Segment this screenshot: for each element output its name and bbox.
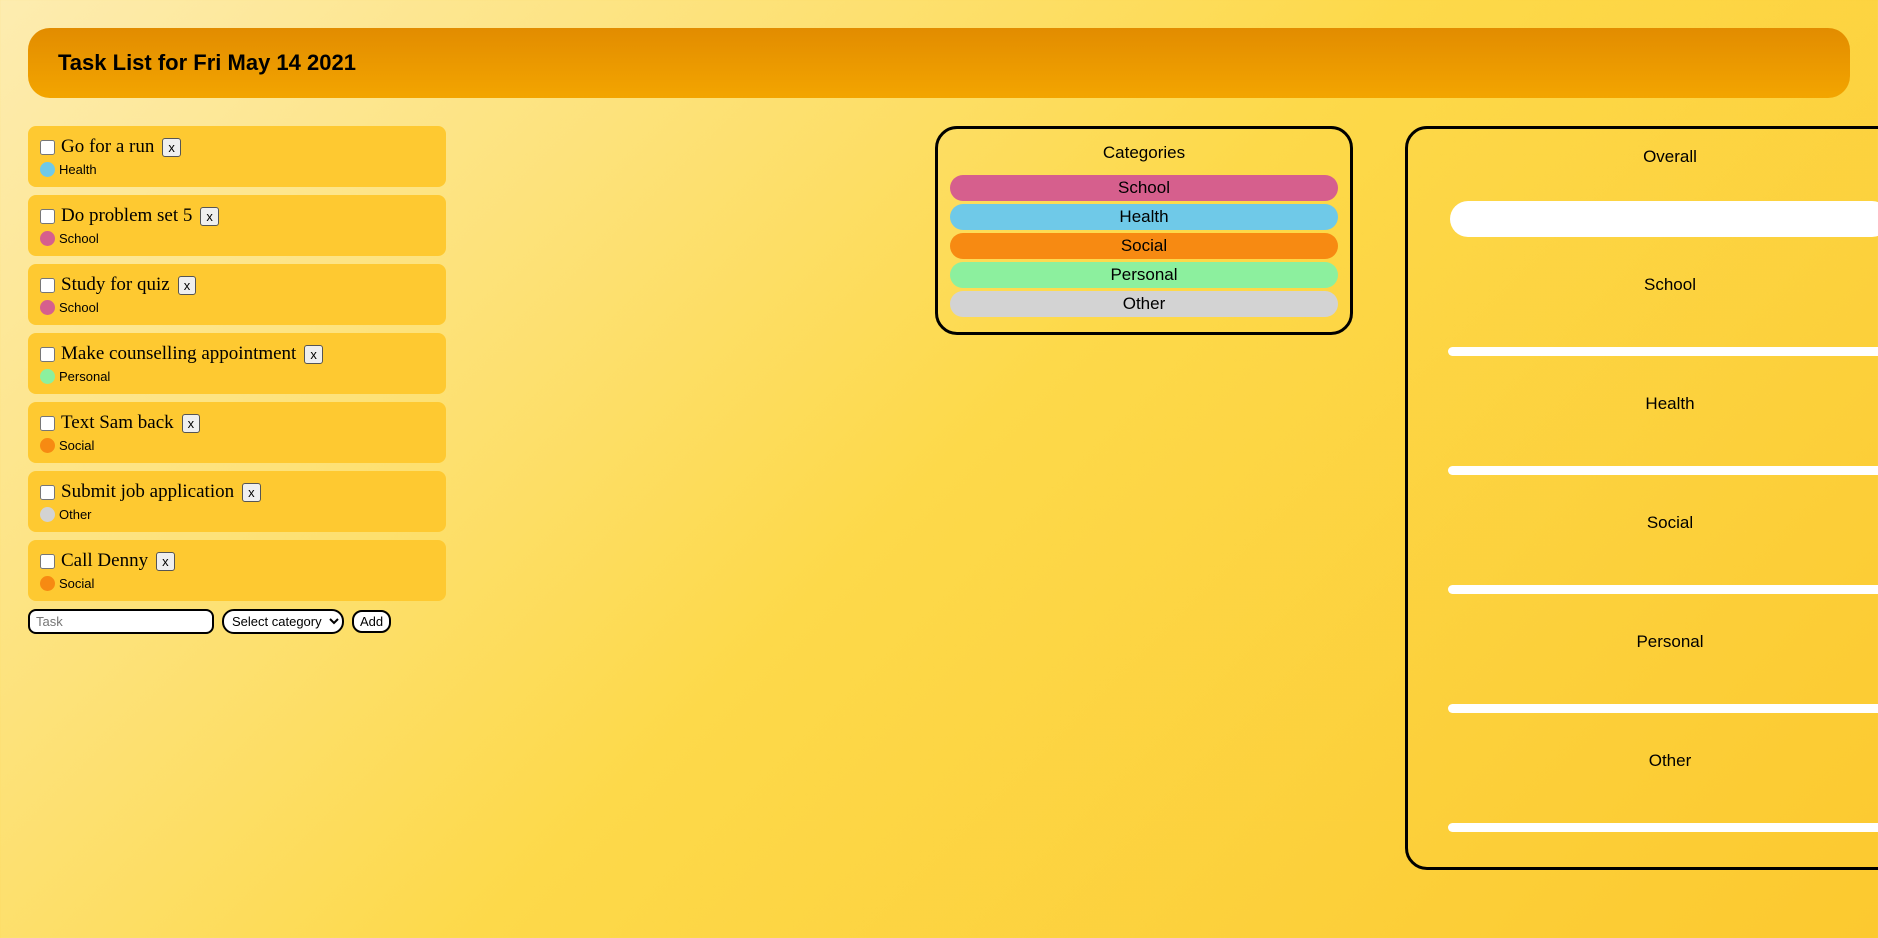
category-dot-icon: [40, 576, 55, 591]
progress-section: Personal: [1448, 632, 1878, 713]
task-label: Study for quiz: [61, 274, 170, 296]
task-checkbox[interactable]: [40, 209, 55, 224]
category-pill[interactable]: Health: [950, 204, 1338, 230]
category-dot-icon: [40, 369, 55, 384]
progress-bar: [1448, 823, 1878, 832]
progress-section: Social: [1448, 513, 1878, 594]
task-category-label: Personal: [59, 369, 110, 384]
task-checkbox[interactable]: [40, 140, 55, 155]
progress-bar: [1448, 347, 1878, 356]
progress-section: Overall: [1448, 147, 1878, 237]
task-item: Do problem set 5 x School: [28, 195, 446, 256]
task-item: Go for a run x Health: [28, 126, 446, 187]
category-pill[interactable]: Other: [950, 291, 1338, 317]
category-dot-icon: [40, 507, 55, 522]
delete-button[interactable]: x: [156, 552, 175, 571]
task-label: Go for a run: [61, 136, 154, 158]
delete-button[interactable]: x: [242, 483, 261, 502]
task-category-label: Social: [59, 576, 94, 591]
task-item: Call Denny x Social: [28, 540, 446, 601]
category-pill[interactable]: School: [950, 175, 1338, 201]
category-dot-icon: [40, 300, 55, 315]
category-pill[interactable]: Social: [950, 233, 1338, 259]
task-checkbox[interactable]: [40, 554, 55, 569]
progress-label: Personal: [1448, 632, 1878, 652]
task-input[interactable]: [28, 609, 214, 634]
progress-panel: Overall School Health Social Personal Other: [1405, 126, 1878, 870]
progress-section: Other: [1448, 751, 1878, 832]
delete-button[interactable]: x: [304, 345, 323, 364]
task-checkbox[interactable]: [40, 278, 55, 293]
categories-title: Categories: [950, 143, 1338, 163]
task-checkbox[interactable]: [40, 416, 55, 431]
task-category-label: Social: [59, 438, 94, 453]
delete-button[interactable]: x: [200, 207, 219, 226]
task-list: Go for a run x Health Do problem set 5 x Scho…: [28, 126, 446, 634]
task-label: Text Sam back: [61, 412, 174, 434]
progress-label: School: [1448, 275, 1878, 295]
category-pill[interactable]: Personal: [950, 262, 1338, 288]
task-category-label: School: [59, 300, 99, 315]
task-category-label: Other: [59, 507, 92, 522]
delete-button[interactable]: x: [178, 276, 197, 295]
task-label: Do problem set 5: [61, 205, 192, 227]
task-label: Make counselling appointment: [61, 343, 296, 365]
delete-button[interactable]: x: [182, 414, 201, 433]
category-dot-icon: [40, 231, 55, 246]
progress-section: Health: [1448, 394, 1878, 475]
task-checkbox[interactable]: [40, 485, 55, 500]
task-item: Text Sam back x Social: [28, 402, 446, 463]
task-item: Submit job application x Other: [28, 471, 446, 532]
task-checkbox[interactable]: [40, 347, 55, 362]
category-dot-icon: [40, 438, 55, 453]
category-dot-icon: [40, 162, 55, 177]
progress-bar: [1448, 704, 1878, 713]
task-item: Study for quiz x School: [28, 264, 446, 325]
progress-label: Other: [1448, 751, 1878, 771]
progress-label: Social: [1448, 513, 1878, 533]
progress-label: Overall: [1448, 147, 1878, 167]
task-item: Make counselling appointment x Personal: [28, 333, 446, 394]
task-category-label: School: [59, 231, 99, 246]
progress-section: School: [1448, 275, 1878, 356]
progress-label: Health: [1448, 394, 1878, 414]
task-category-label: Health: [59, 162, 97, 177]
progress-bar: [1448, 466, 1878, 475]
delete-button[interactable]: x: [162, 138, 181, 157]
task-label: Call Denny: [61, 550, 148, 572]
page-title: Task List for Fri May 14 2021: [58, 50, 1820, 76]
add-button[interactable]: Add: [352, 610, 391, 633]
category-select[interactable]: Select category SchoolHealthSocialPerson…: [222, 609, 344, 634]
categories-panel: Categories School Health Social Personal Oth…: [935, 126, 1353, 335]
page-header: Task List for Fri May 14 2021: [28, 28, 1850, 98]
task-label: Submit job application: [61, 481, 234, 503]
progress-bar: [1450, 201, 1878, 237]
add-task-form: Select category SchoolHealthSocialPerson…: [28, 609, 446, 634]
progress-bar: [1448, 585, 1878, 594]
